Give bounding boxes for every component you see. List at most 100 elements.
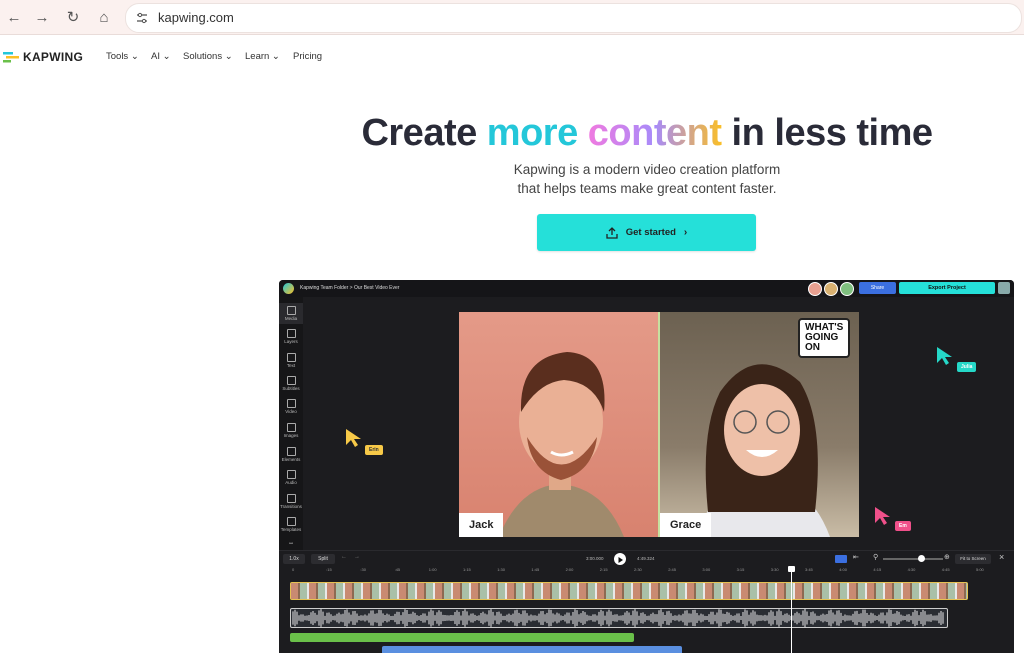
- speaker-label-grace: Grace: [660, 513, 712, 537]
- nav-tools[interactable]: Tools ⌄: [106, 51, 139, 62]
- sidebar-label: Text: [286, 363, 296, 368]
- share-button[interactable]: Share: [859, 282, 896, 294]
- video-track[interactable]: [290, 582, 968, 600]
- ruler-tick: 3:00: [702, 567, 711, 572]
- get-started-label: Get started: [625, 227, 676, 238]
- video-thumbnails: [291, 583, 967, 599]
- video-tile-grace: Grace WHAT'S GOING ON: [660, 312, 859, 537]
- get-started-button[interactable]: Get started ›: [537, 214, 756, 251]
- video-icon: [286, 399, 296, 408]
- zoom-in-icon[interactable]: ⊕: [944, 553, 950, 561]
- nav-ai[interactable]: AI ⌄: [151, 51, 171, 62]
- speed-select[interactable]: 1.0x: [283, 554, 305, 564]
- close-icon[interactable]: ×: [999, 552, 1004, 562]
- nav-solutions[interactable]: Solutions ⌄: [183, 51, 233, 62]
- workspace-icon[interactable]: [283, 283, 294, 294]
- music-track[interactable]: [290, 633, 634, 642]
- editor-breadcrumb[interactable]: Kapwing Team Folder > Our Best Video Eve…: [300, 285, 399, 291]
- zoom-slider-handle[interactable]: [918, 555, 925, 562]
- playhead[interactable]: [791, 568, 792, 653]
- ruler-tick: 4:45: [941, 567, 950, 572]
- cursor-icon: [345, 428, 363, 453]
- ruler-tick: :45: [394, 567, 401, 572]
- playhead-handle[interactable]: [788, 566, 795, 572]
- sidebar-item-subtitles[interactable]: Subtitles: [279, 376, 303, 391]
- cursor-label-julia: Julia: [957, 362, 977, 372]
- audio-track[interactable]: [290, 608, 948, 628]
- avatar[interactable]: [808, 282, 822, 296]
- sidebar-label: Subtitles: [282, 386, 300, 391]
- hero-title-highlight: more: [486, 112, 588, 154]
- cursor-icon: [936, 346, 954, 371]
- sidebar-label: Media: [284, 316, 298, 321]
- sidebar-item-templates[interactable]: Templates: [279, 517, 303, 532]
- ruler-tick: 5:00: [976, 567, 984, 572]
- sidebar-item-images[interactable]: Images: [279, 423, 303, 438]
- editor-preview: Kapwing Team Folder > Our Best Video Eve…: [279, 280, 1014, 653]
- sidebar-item-transitions[interactable]: Transitions: [279, 494, 303, 509]
- ruler-tick: 3:15: [736, 567, 745, 572]
- video-canvas[interactable]: Jack Grace WHAT'S GOING ON: [459, 312, 859, 537]
- hero-subtitle: Kapwing is a modern video creation platf…: [0, 160, 1024, 198]
- hero-title-part: in less time: [721, 112, 934, 154]
- site-info-icon[interactable]: [136, 11, 148, 24]
- ruler-tick: 0: [292, 567, 295, 572]
- video-tile-jack: Jack: [459, 312, 659, 537]
- kapwing-logo-icon[interactable]: [3, 50, 19, 68]
- brand-name[interactable]: KAPWING: [23, 50, 83, 64]
- back-icon[interactable]: ←: [4, 7, 24, 27]
- avatar[interactable]: [840, 282, 854, 296]
- nav-pricing[interactable]: Pricing: [293, 51, 322, 62]
- sidebar-item-video[interactable]: Video: [279, 399, 303, 414]
- current-time: 3:00.000: [586, 556, 604, 561]
- home-icon[interactable]: ⌂: [94, 7, 114, 27]
- snap-toggle[interactable]: [835, 555, 847, 563]
- share-label: Share: [870, 285, 885, 291]
- sidebar-item-layers[interactable]: Layers: [279, 329, 303, 344]
- fit-track-icon[interactable]: ⇤: [853, 553, 859, 561]
- ruler-tick: 4:00: [839, 567, 847, 572]
- editor-sidebar: Media Layers Text Subtitles Video Images…: [279, 297, 303, 567]
- profile-avatar[interactable]: [998, 282, 1010, 294]
- zoom-slider[interactable]: [883, 558, 943, 560]
- plugins-icon[interactable]: ⚯: [279, 541, 303, 547]
- address-bar[interactable]: kapwing.com: [125, 3, 1022, 33]
- hero-title: Create more content in less time: [0, 112, 1024, 155]
- play-button[interactable]: [614, 553, 626, 565]
- text-icon: [286, 353, 296, 362]
- reload-icon[interactable]: ↻: [63, 7, 83, 27]
- media-icon: [286, 306, 296, 315]
- split-label: Split: [318, 556, 328, 562]
- image-icon: [286, 423, 296, 432]
- avatar[interactable]: [824, 282, 838, 296]
- undo-icon[interactable]: ←: [341, 554, 347, 560]
- export-project-button[interactable]: Export Project: [899, 282, 995, 294]
- sidebar-item-media[interactable]: Media: [279, 303, 303, 324]
- ruler-tick: 1:15: [463, 567, 471, 572]
- total-time: 4:49.324: [637, 556, 655, 561]
- overlay-track[interactable]: [382, 646, 682, 653]
- sidebar-item-text[interactable]: Text: [279, 353, 303, 368]
- split-button[interactable]: Split: [311, 554, 335, 564]
- forward-icon[interactable]: →: [32, 7, 52, 27]
- sidebar-item-elements[interactable]: Elements: [279, 447, 303, 462]
- upload-icon: [606, 226, 618, 239]
- ruler-tick: 3:30: [770, 567, 779, 572]
- ruler-tick: :15: [326, 567, 332, 572]
- timeline-toolbar: 1.0x Split ← → 3:00.000 4:49.324 ⇤ ⚲ ⊕ F…: [279, 550, 1014, 567]
- zoom-icon[interactable]: ⚲: [873, 553, 878, 561]
- audio-icon: [286, 470, 296, 479]
- sidebar-label: Layers: [284, 339, 298, 344]
- redo-icon[interactable]: →: [354, 554, 360, 560]
- nav-learn[interactable]: Learn ⌄: [245, 51, 280, 62]
- sidebar-item-audio[interactable]: Audio: [279, 470, 303, 485]
- browser-toolbar: ← → ↻ ⌂ kapwing.com: [0, 0, 1024, 35]
- transitions-icon: [286, 494, 296, 503]
- speech-bubble: WHAT'S GOING ON: [798, 318, 851, 358]
- export-label: Export Project: [928, 285, 966, 291]
- sidebar-label: Audio: [285, 480, 297, 485]
- ruler-tick: 2:45: [668, 567, 676, 572]
- jack-image: [499, 352, 624, 537]
- editor-topbar: Kapwing Team Folder > Our Best Video Eve…: [279, 280, 1014, 297]
- fit-to-screen-button[interactable]: Fit to Screen: [955, 554, 991, 564]
